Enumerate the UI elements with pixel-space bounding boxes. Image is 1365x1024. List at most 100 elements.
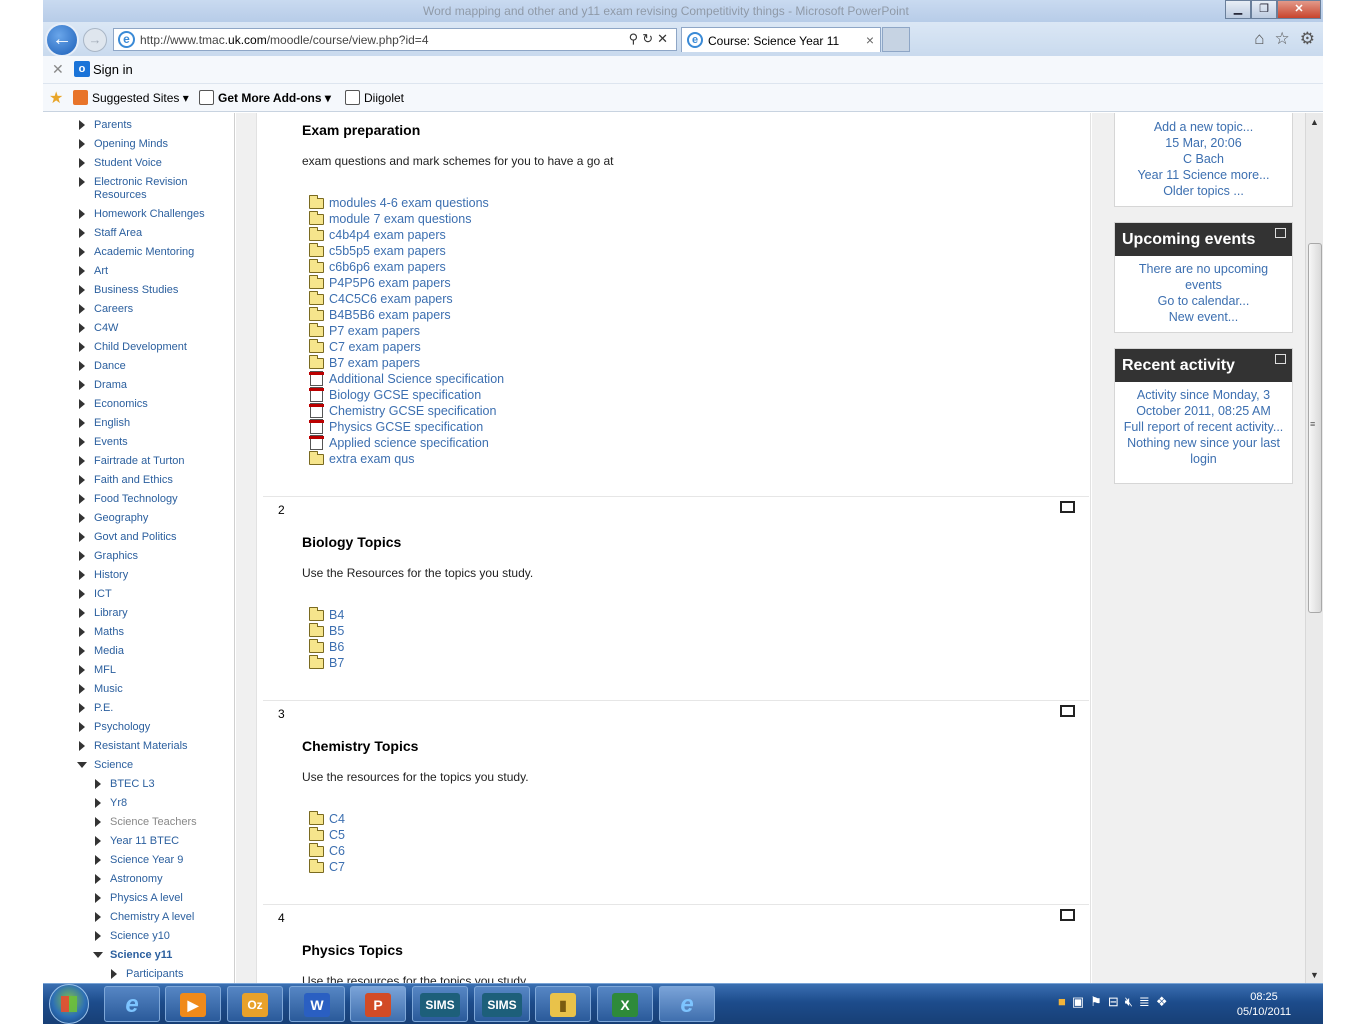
taskbar-sims-button-2[interactable]: SIMS xyxy=(474,986,530,1022)
back-button[interactable]: ← xyxy=(45,23,79,57)
taskbar-media-button[interactable]: ▶ xyxy=(165,986,221,1022)
search-icon[interactable]: ⚲ xyxy=(629,31,643,46)
nav-item[interactable]: Business Studies xyxy=(79,284,178,297)
taskbar-excel-button[interactable]: X xyxy=(597,986,653,1022)
nav-item[interactable]: Resistant Materials xyxy=(79,740,188,753)
resource-link[interactable]: P4P5P6 exam papers xyxy=(309,275,451,291)
taskbar-ie-button[interactable]: e xyxy=(104,986,160,1022)
nav-subitem[interactable]: Astronomy xyxy=(95,873,163,886)
nav-item[interactable]: Academic Mentoring xyxy=(79,246,194,259)
display-tray-icon[interactable]: ▣ xyxy=(1072,994,1084,1010)
taskbar-powerpoint-button[interactable]: P xyxy=(350,986,406,1022)
hide-block-icon[interactable] xyxy=(1275,354,1286,364)
resource-link[interactable]: Additional Science specification xyxy=(309,371,504,387)
taskbar-ie-button-2[interactable]: e xyxy=(659,986,715,1022)
resource-link[interactable]: C7 xyxy=(309,859,345,875)
nav-item[interactable]: Student Voice xyxy=(79,157,162,170)
forward-button[interactable]: → xyxy=(83,28,107,52)
nav-item[interactable]: Art xyxy=(79,265,108,278)
address-bar[interactable]: e http://www.tmac.uk.com/moodle/course/v… xyxy=(113,28,677,51)
resource-link[interactable]: Chemistry GCSE specification xyxy=(309,403,496,419)
nav-item-science[interactable]: Science xyxy=(77,759,133,772)
nav-item[interactable]: Dance xyxy=(79,360,126,373)
full-report-link[interactable]: Full report of recent activity... xyxy=(1115,419,1292,435)
nav-item[interactable]: History xyxy=(79,569,128,582)
resource-link[interactable]: c6b6p6 exam papers xyxy=(309,259,446,275)
nav-item[interactable]: Food Technology xyxy=(79,493,178,506)
outlook-tray-icon[interactable]: ■ xyxy=(1058,994,1066,1010)
nav-item[interactable]: Electronic Revision Resources xyxy=(79,176,188,202)
nav-item[interactable]: ICT xyxy=(79,588,112,601)
taskbar-sims-button[interactable]: SIMS xyxy=(412,986,468,1022)
nav-item[interactable]: P.E. xyxy=(79,702,113,715)
nav-item[interactable]: Child Development xyxy=(79,341,187,354)
news-line[interactable]: Year 11 Science more... xyxy=(1115,167,1292,183)
nav-item[interactable]: MFL xyxy=(79,664,116,677)
resource-link[interactable]: Physics GCSE specification xyxy=(309,419,483,435)
start-button[interactable] xyxy=(49,984,89,1024)
hide-block-icon[interactable] xyxy=(1275,228,1286,238)
resource-link[interactable]: Applied science specification xyxy=(309,435,489,451)
close-signin-icon[interactable]: ✕ xyxy=(52,61,64,78)
dropbox-icon[interactable]: ❖ xyxy=(1156,994,1168,1010)
refresh-icon[interactable]: ↻ xyxy=(642,31,657,46)
nav-item[interactable]: Media xyxy=(79,645,124,658)
tab-close-icon[interactable]: × xyxy=(866,32,874,48)
addons-link[interactable]: Get More Add-ons ▾ xyxy=(199,90,331,105)
nav-subitem[interactable]: Yr8 xyxy=(95,797,127,810)
taskbar-explorer-button[interactable]: ▮ xyxy=(535,986,591,1022)
nav-subitem[interactable]: Science y10 xyxy=(95,930,170,943)
resource-link[interactable]: module 7 exam questions xyxy=(309,211,471,227)
new-tab-button[interactable] xyxy=(882,27,910,52)
taskbar-word-button[interactable]: W xyxy=(289,986,345,1022)
news-line[interactable]: Add a new topic... xyxy=(1115,119,1292,135)
resource-link[interactable]: C4 xyxy=(309,811,345,827)
nav-subitem[interactable]: Physics A level xyxy=(95,892,183,905)
nav-subitem[interactable]: Science Year 9 xyxy=(95,854,183,867)
clock[interactable]: 08:25 05/10/2011 xyxy=(1229,990,1299,1020)
taskbar-outlook-button[interactable]: Oz xyxy=(227,986,283,1022)
favorites-icon[interactable]: ★ xyxy=(49,88,63,108)
nav-item[interactable]: Economics xyxy=(79,398,148,411)
action-center-flag-icon[interactable]: ⚑ xyxy=(1090,994,1102,1010)
resource-link[interactable]: C5 xyxy=(309,827,345,843)
resource-link[interactable]: B5 xyxy=(309,623,344,639)
resource-link[interactable]: Biology GCSE specification xyxy=(309,387,481,403)
resource-link[interactable]: modules 4-6 exam questions xyxy=(309,195,489,211)
resource-link[interactable]: extra exam qus xyxy=(309,451,414,467)
stop-icon[interactable]: ✕ xyxy=(657,31,672,46)
resource-link[interactable]: C4C5C6 exam papers xyxy=(309,291,453,307)
resource-link[interactable]: c5b5p5 exam papers xyxy=(309,243,446,259)
restore-button[interactable]: ❐ xyxy=(1251,0,1277,19)
nav-item[interactable]: Maths xyxy=(79,626,124,639)
signin-link[interactable]: Sign in xyxy=(93,62,133,77)
page-scrollbar[interactable]: ▲ ≡ ▼ xyxy=(1305,113,1323,983)
resource-link[interactable]: B4 xyxy=(309,607,344,623)
go-to-calendar-link[interactable]: Go to calendar... xyxy=(1115,293,1292,309)
nav-item[interactable]: Faith and Ethics xyxy=(79,474,173,487)
nav-item[interactable]: Library xyxy=(79,607,128,620)
nav-item[interactable]: Geography xyxy=(79,512,148,525)
nav-item[interactable]: C4W xyxy=(79,322,118,335)
news-line[interactable]: Older topics ... xyxy=(1115,183,1292,199)
nav-subitem[interactable]: Chemistry A level xyxy=(95,911,194,924)
gear-icon[interactable]: ⚙ xyxy=(1300,29,1315,49)
nav-subitem[interactable]: Participants xyxy=(111,968,183,981)
network-icon[interactable]: ⊟ xyxy=(1108,994,1119,1010)
resource-link[interactable]: C6 xyxy=(309,843,345,859)
url-text[interactable]: http://www.tmac.uk.com/moodle/course/vie… xyxy=(140,33,429,47)
nav-item[interactable]: Drama xyxy=(79,379,127,392)
nav-item[interactable]: Careers xyxy=(79,303,133,316)
minimize-button[interactable]: ▁ xyxy=(1225,0,1251,19)
highlight-toggle[interactable] xyxy=(1060,501,1075,513)
highlight-toggle[interactable] xyxy=(1060,705,1075,717)
nav-subitem[interactable]: Year 11 BTEC xyxy=(95,835,179,848)
browser-tab[interactable]: e Course: Science Year 11 × xyxy=(681,27,881,52)
resource-link[interactable]: B4B5B6 exam papers xyxy=(309,307,451,323)
home-icon[interactable]: ⌂ xyxy=(1254,29,1264,49)
resource-link[interactable]: P7 exam papers xyxy=(309,323,420,339)
nav-item[interactable]: Opening Minds xyxy=(79,138,168,151)
nav-item[interactable]: Graphics xyxy=(79,550,138,563)
resource-link[interactable]: c4b4p4 exam papers xyxy=(309,227,446,243)
favorites-star-icon[interactable]: ☆ xyxy=(1275,29,1290,49)
